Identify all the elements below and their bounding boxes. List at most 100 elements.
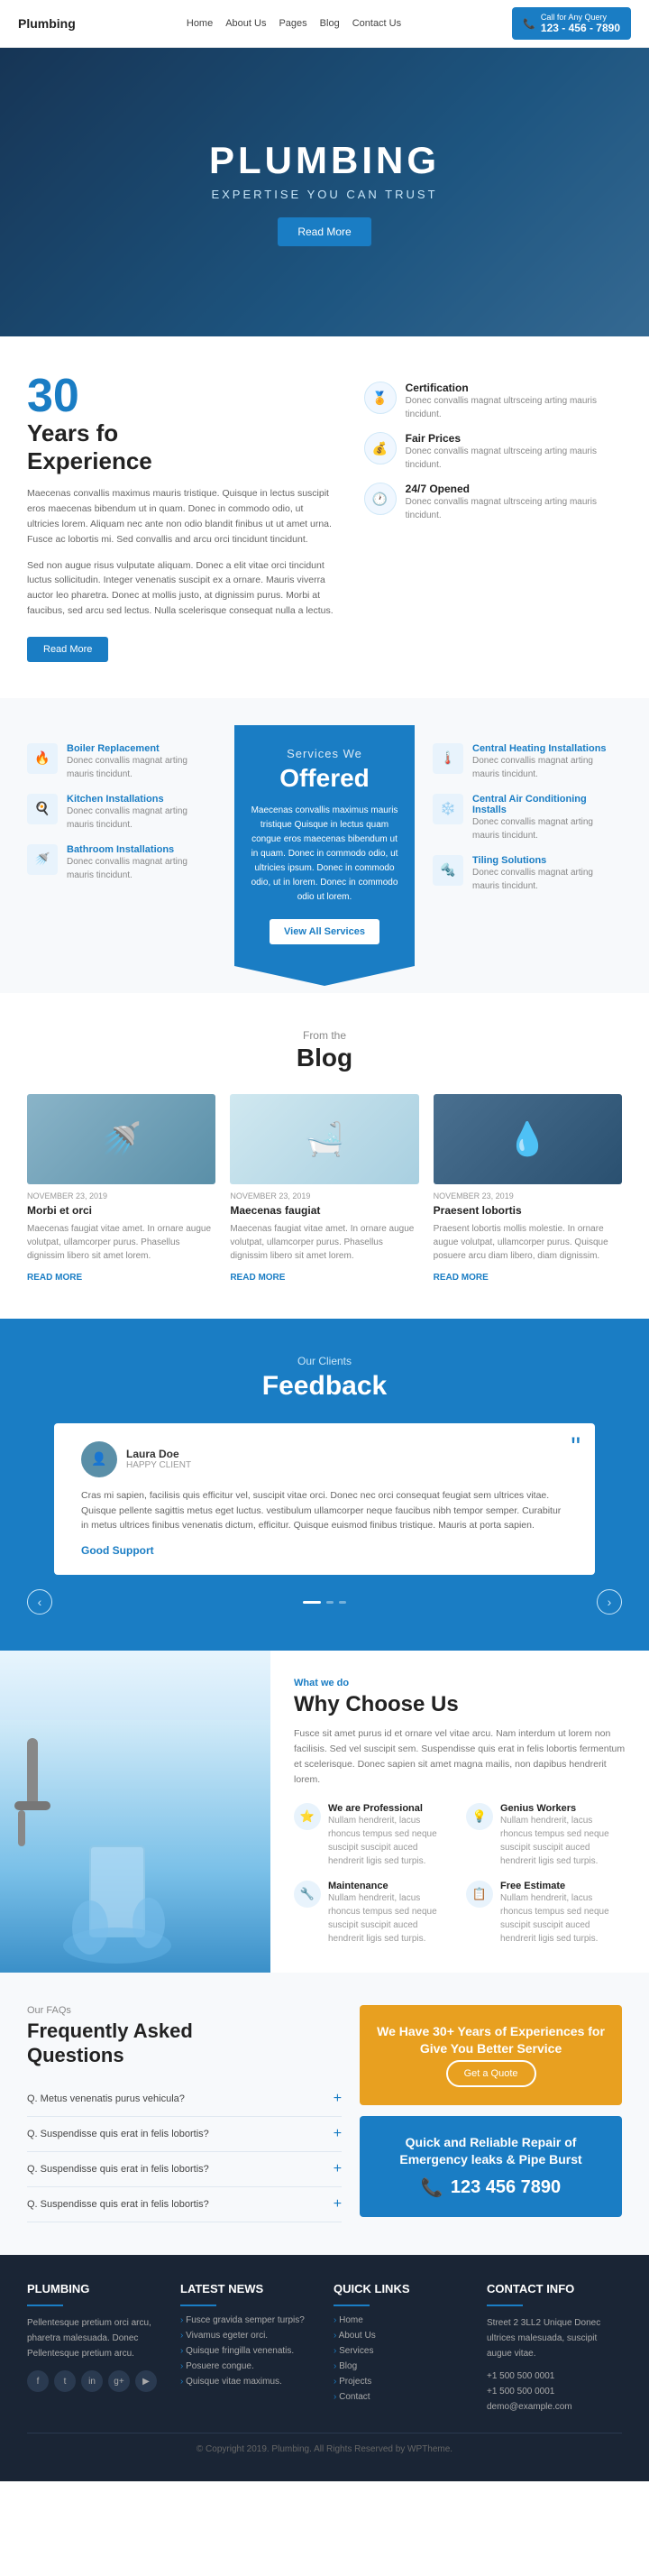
footer-social: f t in g+ ▶ [27, 2370, 162, 2392]
dot-0[interactable] [303, 1601, 321, 1604]
blog-date-2: NOVEMBER 23, 2019 [434, 1191, 622, 1201]
nav-cta-label: Call for Any Query [541, 13, 620, 22]
blog-card-2: 💧 NOVEMBER 23, 2019 Praesent lobortis Pr… [434, 1094, 622, 1283]
next-arrow[interactable]: › [597, 1589, 622, 1615]
footer-news-4[interactable]: Quisque vitae maximus. [180, 2377, 315, 2387]
nav-phone: 123 - 456 - 7890 [541, 22, 620, 34]
blog-img-1: 🛁 [230, 1094, 418, 1184]
feature-title-2: 24/7 Opened [406, 483, 622, 495]
get-quote-btn[interactable]: Get a Quote [446, 2060, 536, 2087]
feedback-title: Feedback [27, 1371, 622, 1402]
footer-links-title: QUICK LINKS [334, 2282, 469, 2295]
wf-text-1: Nullam hendrerit, lacus rhoncus tempus s… [500, 1814, 626, 1868]
service-title-5: Tiling Solutions [472, 855, 622, 866]
faq-plus-3[interactable]: + [334, 2196, 342, 2213]
blog-card-0: 🚿 NOVEMBER 23, 2019 Morbi et orci Maecen… [27, 1094, 215, 1283]
footer-link-blog[interactable]: Blog [334, 2361, 469, 2371]
nav-pages[interactable]: Pages [279, 18, 306, 29]
nav-contact[interactable]: Contact Us [352, 18, 401, 29]
footer-link-about[interactable]: About Us [334, 2331, 469, 2341]
faq-plus-2[interactable]: + [334, 2161, 342, 2177]
genius-icon: 💡 [466, 1803, 493, 1830]
prev-arrow[interactable]: ‹ [27, 1589, 52, 1615]
footer-about-text: Pellentesque pretium orci arcu, pharetra… [27, 2315, 162, 2361]
hero-section: PLUMBING EXPERTISE YOU CAN TRUST Read Mo… [0, 48, 649, 336]
faq-sub: Our FAQs [27, 2005, 342, 2016]
blog-section: From the Blog 🚿 NOVEMBER 23, 2019 Morbi … [0, 993, 649, 1319]
footer: PLUMBING Pellentesque pretium orci arcu,… [0, 2255, 649, 2481]
feedback-section: Our Clients Feedback " 👤 Laura Doe HAPPY… [0, 1319, 649, 1651]
services-section: 🔥 Boiler Replacement Donec convallis mag… [0, 698, 649, 993]
service-kitchen: 🍳 Kitchen Installations Donec convallis … [27, 794, 216, 832]
facebook-icon[interactable]: f [27, 2370, 49, 2392]
footer-link-home[interactable]: Home [334, 2315, 469, 2325]
experience-right: 🏅 Certification Donec convallis magnat u… [364, 373, 622, 662]
footer-address: Street 2 3LL2 Unique Donec ultrices male… [487, 2315, 622, 2361]
boiler-icon: 🔥 [27, 743, 58, 774]
why-feature-1: 💡 Genius Workers Nullam hendrerit, lacus… [466, 1803, 626, 1868]
footer-copyright: © Copyright 2019. Plumbing. All Rights R… [27, 2433, 622, 2454]
footer-link-services[interactable]: Services [334, 2346, 469, 2356]
exp-read-more-btn[interactable]: Read More [27, 637, 108, 662]
hero-subtitle: EXPERTISE YOU CAN TRUST [209, 188, 440, 201]
blog-read-0[interactable]: READ MORE [27, 1273, 82, 1283]
blog-date-1: NOVEMBER 23, 2019 [230, 1191, 418, 1201]
service-title-2: Bathroom Installations [67, 844, 216, 855]
phone-icon-cta: 📞 [421, 2176, 443, 2199]
opened-icon: 🕐 [364, 483, 397, 515]
blog-sub: From the [27, 1029, 622, 1042]
footer-news-1[interactable]: Vivamus egeter orci. [180, 2331, 315, 2341]
blog-post-title-0: Morbi et orci [27, 1204, 215, 1217]
service-tiling: 🔩 Tiling Solutions Donec convallis magna… [433, 855, 622, 893]
professional-icon: ⭐ [294, 1803, 321, 1830]
footer-news-title: LATEST NEWS [180, 2282, 315, 2295]
nav-about[interactable]: About Us [225, 18, 266, 29]
why-title: Why Choose Us [294, 1692, 626, 1717]
blog-title: Blog [27, 1044, 622, 1072]
why-feature-2: 🔧 Maintenance Nullam hendrerit, lacus rh… [294, 1881, 453, 1946]
footer-news-0[interactable]: Fusce gravida semper turpis? [180, 2315, 315, 2325]
twitter-icon[interactable]: t [54, 2370, 76, 2392]
footer-link-contact[interactable]: Contact [334, 2392, 469, 2402]
service-ac: ❄️ Central Air Conditioning Installs Don… [433, 794, 622, 842]
youtube-icon[interactable]: ▶ [135, 2370, 157, 2392]
experience-section: 30 Years fo Experience Maecenas convalli… [0, 336, 649, 698]
footer-link-projects[interactable]: Projects [334, 2377, 469, 2387]
service-title-1: Kitchen Installations [67, 794, 216, 805]
blog-img-0: 🚿 [27, 1094, 215, 1184]
experience-left: 30 Years fo Experience Maecenas convalli… [27, 373, 337, 662]
services-view-all-btn[interactable]: View All Services [270, 919, 379, 944]
footer-news-2[interactable]: Quisque fringilla venenatis. [180, 2346, 315, 2356]
hero-btn[interactable]: Read More [278, 217, 370, 246]
linkedin-icon[interactable]: in [81, 2370, 103, 2392]
footer-phone2: +1 500 500 0001 [487, 2384, 622, 2399]
faq-plus-1[interactable]: + [334, 2126, 342, 2142]
dot-2[interactable] [339, 1601, 346, 1604]
blog-read-2[interactable]: READ MORE [434, 1273, 489, 1283]
service-boiler: 🔥 Boiler Replacement Donec convallis mag… [27, 743, 216, 781]
estimate-icon: 📋 [466, 1881, 493, 1908]
nav-cta[interactable]: 📞 Call for Any Query 123 - 456 - 7890 [512, 7, 631, 40]
blog-read-1[interactable]: READ MORE [230, 1273, 285, 1283]
nav-links: Home About Us Pages Blog Contact Us [187, 18, 401, 29]
blog-post-text-1: Maecenas faugiat vitae amet. In ornare a… [230, 1222, 418, 1263]
dot-1[interactable] [326, 1601, 334, 1604]
why-feature-3: 📋 Free Estimate Nullam hendrerit, lacus … [466, 1881, 626, 1946]
feedback-nav: ‹ › [27, 1589, 622, 1615]
certification-icon: 🏅 [364, 382, 397, 414]
nav-blog[interactable]: Blog [320, 18, 340, 29]
cta-blue-card: Quick and Reliable Repair of Emergency l… [360, 2116, 622, 2217]
author-name: Laura Doe [126, 1448, 191, 1460]
service-heating: 🌡️ Central Heating Installations Donec c… [433, 743, 622, 781]
cta-phone-number: 123 456 7890 [451, 2177, 561, 2198]
phone-icon: 📞 [523, 18, 535, 30]
blog-post-title-2: Praesent lobortis [434, 1204, 622, 1217]
footer-news-3[interactable]: Posuere congue. [180, 2361, 315, 2371]
services-right: 🌡️ Central Heating Installations Donec c… [415, 725, 649, 966]
feature-title-1: Fair Prices [406, 432, 622, 445]
faq-plus-0[interactable]: + [334, 2091, 342, 2107]
exp-text1: Maecenas convallis maximus mauris tristi… [27, 486, 337, 547]
testimonial-author: 👤 Laura Doe HAPPY CLIENT [81, 1441, 568, 1477]
googleplus-icon[interactable]: g+ [108, 2370, 130, 2392]
nav-home[interactable]: Home [187, 18, 213, 29]
